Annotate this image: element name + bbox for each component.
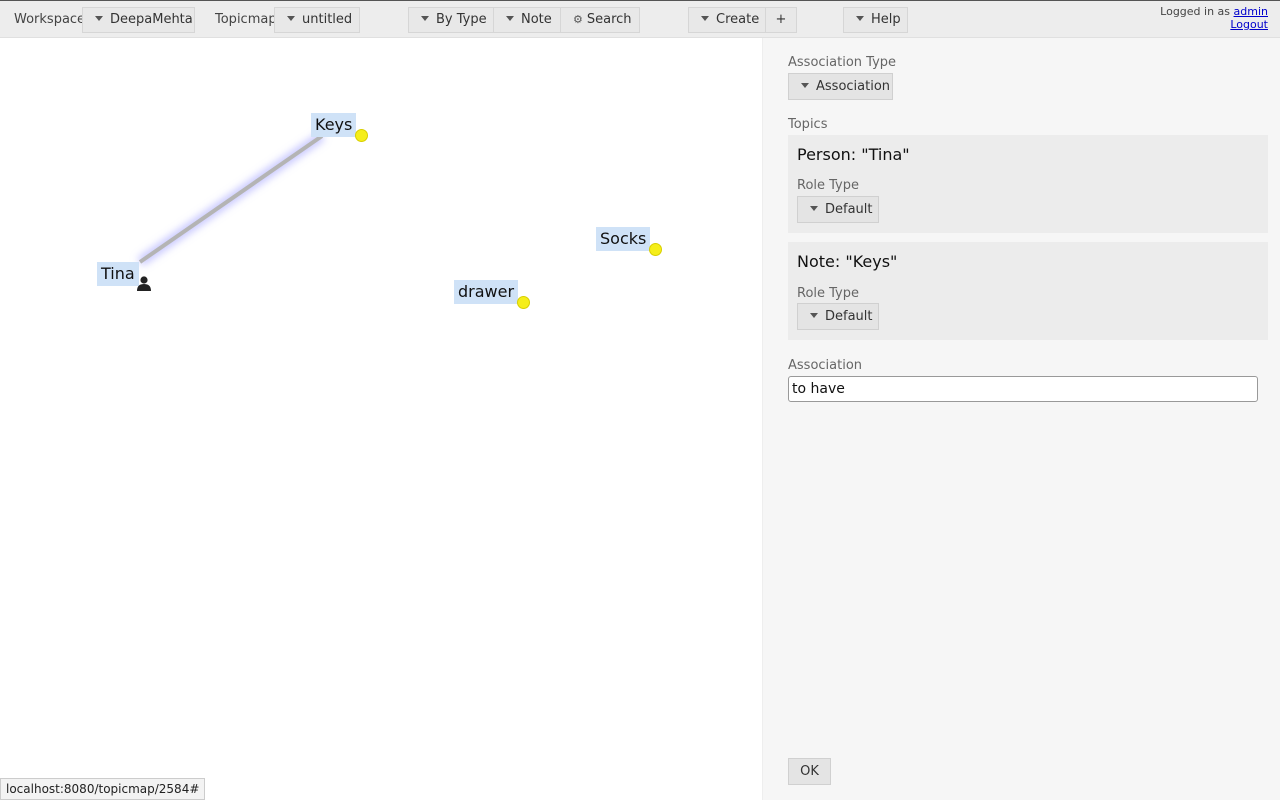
logout-link[interactable]: Logout bbox=[1230, 18, 1268, 31]
help-menu[interactable]: Help bbox=[843, 7, 908, 33]
note-dot-icon[interactable] bbox=[355, 129, 368, 142]
logged-in-text: Logged in as bbox=[1160, 5, 1231, 18]
create-plus-button[interactable]: + bbox=[765, 7, 797, 33]
role-box-note: Note: "Keys" Role Type Default bbox=[788, 242, 1268, 340]
search-label: Search bbox=[586, 12, 632, 27]
role-type-label: Role Type bbox=[797, 286, 860, 301]
search-button[interactable]: ⚙ Search bbox=[560, 7, 640, 33]
chevron-down-icon bbox=[421, 16, 429, 21]
status-url: localhost:8080/topicmap/2584# bbox=[0, 778, 206, 800]
note-label: Note bbox=[521, 12, 552, 27]
role-type-value: Default bbox=[825, 202, 873, 217]
workspace-value: DeepaMehta bbox=[110, 12, 193, 27]
user-link[interactable]: admin bbox=[1234, 5, 1268, 18]
role-type-menu[interactable]: Default bbox=[797, 303, 879, 330]
topicmap-menu[interactable]: untitled bbox=[274, 7, 360, 33]
topicmap-value: untitled bbox=[302, 12, 353, 27]
chevron-down-icon bbox=[506, 16, 514, 21]
topicmap-label: Topicmap bbox=[215, 12, 277, 27]
association-type-menu[interactable]: Association bbox=[788, 73, 893, 100]
create-menu[interactable]: Create bbox=[688, 7, 766, 33]
chevron-down-icon bbox=[856, 16, 864, 21]
role-title: Person: "Tina" bbox=[797, 145, 910, 164]
detail-panel: Association Type Association Topics Pers… bbox=[762, 38, 1280, 800]
workspace-menu[interactable]: DeepaMehta bbox=[82, 7, 195, 33]
chevron-down-icon bbox=[287, 16, 295, 21]
role-type-value: Default bbox=[825, 309, 873, 324]
association-type-label: Association Type bbox=[788, 55, 897, 70]
association-value-field[interactable] bbox=[788, 376, 1258, 402]
association-layer bbox=[137, 131, 325, 267]
ok-button[interactable]: OK bbox=[788, 758, 831, 785]
role-type-label: Role Type bbox=[797, 178, 860, 193]
by-type-menu[interactable]: By Type bbox=[408, 7, 494, 33]
topic-label-socks[interactable]: Socks bbox=[596, 227, 651, 251]
chevron-down-icon bbox=[701, 16, 709, 21]
chevron-down-icon bbox=[95, 16, 103, 21]
workspace-label: Workspace bbox=[14, 12, 86, 27]
role-box-person: Person: "Tina" Role Type Default bbox=[788, 135, 1268, 233]
note-menu[interactable]: Note bbox=[493, 7, 561, 33]
create-label: Create bbox=[716, 12, 760, 27]
gear-icon: ⚙ bbox=[573, 13, 583, 26]
login-info: Logged in as admin Logout bbox=[1160, 5, 1268, 31]
chevron-down-icon bbox=[810, 206, 818, 211]
role-title: Note: "Keys" bbox=[797, 252, 898, 271]
chevron-down-icon bbox=[810, 313, 818, 318]
note-dot-icon[interactable] bbox=[517, 296, 530, 309]
association-label: Association bbox=[788, 358, 863, 373]
toolbar: Workspace DeepaMehta Topicmap untitled B… bbox=[0, 0, 1280, 38]
topicmap-canvas[interactable]: Keys Tina Socks drawer bbox=[0, 38, 762, 800]
association-type-value: Association bbox=[816, 79, 891, 94]
help-label: Help bbox=[871, 12, 901, 27]
chevron-down-icon bbox=[801, 83, 809, 88]
topic-label-drawer[interactable]: drawer bbox=[454, 280, 519, 304]
note-dot-icon[interactable] bbox=[649, 243, 662, 256]
topic-label-tina[interactable]: Tina bbox=[97, 262, 139, 286]
topics-label: Topics bbox=[788, 117, 828, 132]
role-type-menu[interactable]: Default bbox=[797, 196, 879, 223]
association-line[interactable] bbox=[138, 134, 324, 264]
by-type-label: By Type bbox=[436, 12, 487, 27]
person-icon[interactable] bbox=[136, 276, 152, 291]
topic-label-keys[interactable]: Keys bbox=[311, 113, 357, 137]
